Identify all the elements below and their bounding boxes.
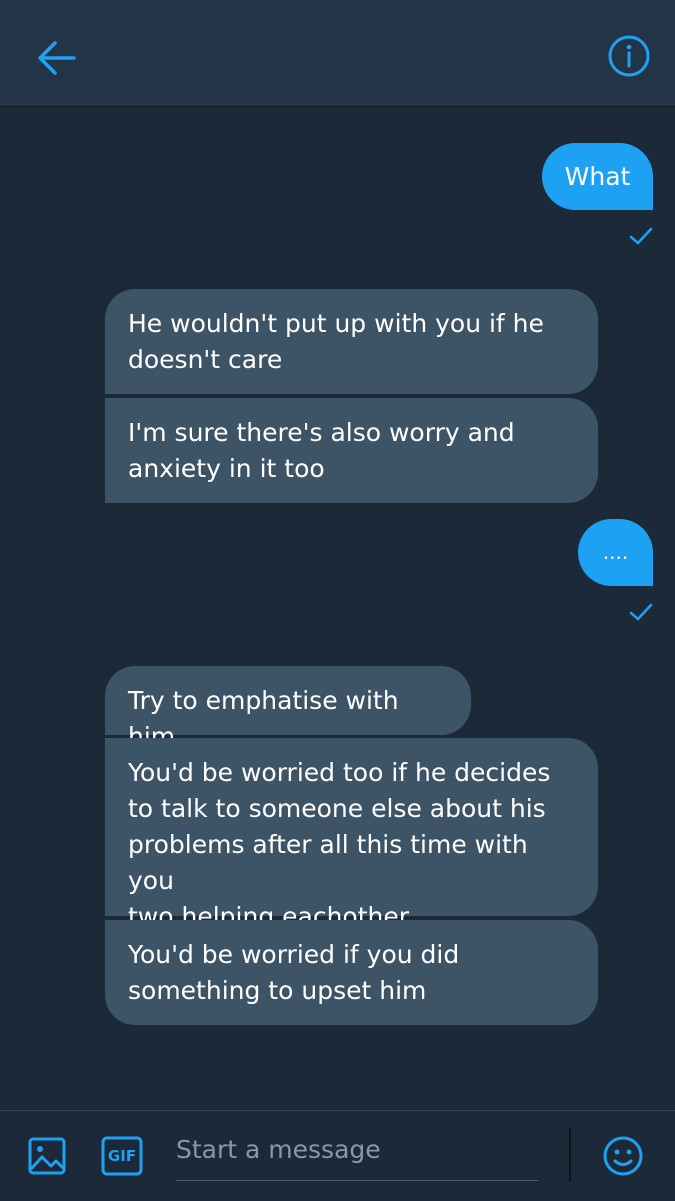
message-line: to talk to someone else about his bbox=[128, 794, 546, 823]
emoji-icon bbox=[603, 1136, 643, 1176]
add-gif-button[interactable]: GIF bbox=[101, 1136, 143, 1176]
received-message-bubble[interactable]: I'm sure there's also worry and anxiety … bbox=[105, 398, 598, 503]
message-input[interactable]: Start a message bbox=[176, 1128, 538, 1181]
message-line: You'd be worried too if he decides bbox=[128, 758, 551, 787]
conversation-header bbox=[0, 0, 675, 107]
message-line: He wouldn't put up with you if he bbox=[128, 309, 544, 338]
back-button[interactable] bbox=[32, 34, 80, 82]
received-message-bubble[interactable]: He wouldn't put up with you if he doesn'… bbox=[105, 289, 598, 394]
checkmark-icon bbox=[629, 603, 653, 621]
emoji-button[interactable] bbox=[600, 1133, 646, 1179]
composer-divider bbox=[569, 1128, 571, 1182]
message-line: something to upset him bbox=[128, 976, 427, 1005]
add-image-button[interactable] bbox=[24, 1133, 70, 1179]
checkmark-icon bbox=[629, 227, 653, 245]
message-line: I'm sure there's also worry and bbox=[128, 418, 515, 447]
gif-label: GIF bbox=[107, 1147, 137, 1165]
sent-message-bubble[interactable]: What bbox=[542, 143, 653, 210]
info-button[interactable] bbox=[605, 32, 653, 80]
sent-message-bubble[interactable]: .... bbox=[578, 519, 653, 586]
message-line: problems after all this time with you bbox=[128, 830, 528, 895]
image-icon bbox=[28, 1137, 66, 1175]
message-line: doesn't care bbox=[128, 345, 283, 374]
info-icon bbox=[608, 35, 650, 77]
received-message-bubble[interactable]: Try to emphatise with him bbox=[105, 666, 471, 751]
message-line: anxiety in it too bbox=[128, 454, 325, 483]
message-input-placeholder: Start a message bbox=[176, 1135, 381, 1164]
received-message-bubble[interactable]: You'd be worried if you did something to… bbox=[105, 920, 598, 1025]
message-line: You'd be worried if you did bbox=[128, 940, 460, 969]
message-text: What bbox=[564, 162, 631, 191]
message-text: .... bbox=[602, 540, 629, 564]
arrow-left-icon bbox=[38, 41, 76, 75]
received-message-bubble[interactable]: You'd be worried too if he decides to ta… bbox=[105, 738, 598, 931]
